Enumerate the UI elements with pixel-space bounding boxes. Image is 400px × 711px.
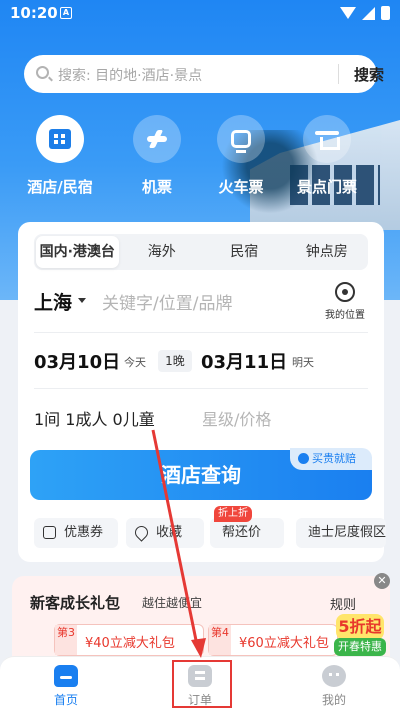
date-picker[interactable]: 03月10日 今天 1晚 03月11日 明天 xyxy=(34,348,370,378)
category-train[interactable]: 火车票 xyxy=(206,115,276,197)
checkout-date[interactable]: 03月11日 xyxy=(201,348,287,374)
room-guest-selector[interactable]: 1间 1成人 0儿童 xyxy=(34,406,155,430)
tab-domestic[interactable]: 国内·港澳台 xyxy=(36,236,119,268)
my-location-label: 我的位置 xyxy=(325,310,365,321)
search-icon xyxy=(36,66,49,79)
category-attractions[interactable]: 景点门票 xyxy=(292,115,362,197)
temple-icon xyxy=(315,131,340,150)
battery-icon xyxy=(381,6,390,20)
city-selector[interactable]: 上海 xyxy=(34,288,72,315)
nav-label: 首页 xyxy=(53,693,78,707)
location-target-icon xyxy=(335,282,355,302)
search-divider xyxy=(338,64,339,84)
hotel-booking-card: 国内·港澳台 海外 民宿 钟点房 上海 关键字/位置/品牌 我的位置 03月10… xyxy=(18,222,386,562)
promo-coupon[interactable]: 第4 ¥60立减大礼包 xyxy=(208,624,338,656)
home-icon xyxy=(54,665,78,687)
category-label: 酒店/民宿 xyxy=(27,178,93,196)
nav-profile[interactable]: 我的 xyxy=(294,665,374,708)
quick-link-coupons[interactable]: 优惠券 xyxy=(34,518,118,548)
price-guarantee-badge: 买贵就赔 xyxy=(290,448,372,470)
checkout-label: 明天 xyxy=(292,356,314,369)
nav-home[interactable]: 首页 xyxy=(26,665,106,708)
status-time: 10:20 xyxy=(10,4,58,22)
quick-links: 优惠券 收藏 折上折 帮还价 迪士尼度假区 xyxy=(34,506,386,550)
nights-badge: 1晚 xyxy=(158,350,192,372)
tab-homestay[interactable]: 民宿 xyxy=(203,234,286,270)
annotation-highlight-box xyxy=(172,660,232,708)
promo-subtitle: 越住越便宜 xyxy=(142,596,203,610)
coupon-index: 第4 xyxy=(209,625,231,655)
caret-down-icon[interactable] xyxy=(78,298,86,303)
tab-overseas[interactable]: 海外 xyxy=(121,234,204,270)
region-tabs: 国内·港澳台 海外 民宿 钟点房 xyxy=(34,234,368,270)
checkin-date[interactable]: 03月10日 xyxy=(34,348,120,374)
quick-link-bargain[interactable]: 折上折 帮还价 xyxy=(210,506,284,548)
coupon-text: ¥60立减大礼包 xyxy=(239,636,329,651)
heart-icon xyxy=(132,523,151,542)
promo-coupon[interactable]: 第3 ¥40立减大礼包 xyxy=(54,624,204,656)
coupon-text: ¥40立减大礼包 xyxy=(85,636,175,651)
hotel-icon xyxy=(49,129,71,149)
input-method-icon: A xyxy=(60,7,72,19)
coupon-index: 第3 xyxy=(55,625,77,655)
train-icon xyxy=(231,130,251,153)
nav-label: 我的 xyxy=(321,693,346,707)
plane-icon xyxy=(147,136,167,142)
divider xyxy=(34,388,368,389)
wifi-icon xyxy=(340,7,356,19)
status-bar: 10:20 A xyxy=(0,0,400,30)
star-price-filter[interactable]: 星级/价格 xyxy=(202,406,271,430)
category-label: 景点门票 xyxy=(296,178,357,196)
search-input[interactable]: 搜索: 目的地·酒店·景点 xyxy=(58,65,202,85)
checkin-label: 今天 xyxy=(124,356,146,369)
signal-icon xyxy=(362,6,375,20)
my-location-button[interactable]: 我的位置 xyxy=(320,282,370,321)
coupon-icon xyxy=(43,526,56,539)
close-icon[interactable]: ✕ xyxy=(374,573,390,589)
sale-badge-bottom: 开春特惠 xyxy=(334,638,386,656)
category-flight[interactable]: 机票 xyxy=(122,115,192,197)
category-label: 机票 xyxy=(141,178,172,196)
sale-badge-top: 5折起 xyxy=(336,614,384,640)
divider xyxy=(34,332,368,333)
category-hotel[interactable]: 酒店/民宿 xyxy=(25,115,95,197)
promo-title: 新客成长礼包 xyxy=(30,594,121,612)
tab-hourly[interactable]: 钟点房 xyxy=(286,234,369,270)
spring-sale-badge[interactable]: 5折起 开春特惠 xyxy=(334,596,386,656)
profile-icon xyxy=(322,665,346,687)
discount-badge: 折上折 xyxy=(214,506,252,522)
category-label: 火车票 xyxy=(218,178,264,196)
keyword-input[interactable]: 关键字/位置/品牌 xyxy=(102,289,232,314)
quick-link-disney[interactable]: 迪士尼度假区 xyxy=(296,518,386,548)
quick-link-favorites[interactable]: 收藏 xyxy=(126,518,204,548)
search-bar[interactable]: 搜索: 目的地·酒店·景点 搜索 xyxy=(24,55,384,93)
